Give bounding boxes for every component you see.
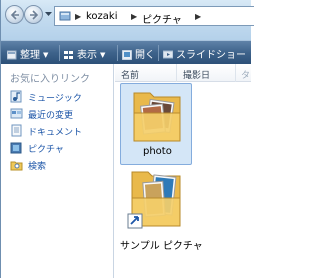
explorer-window: ▶ kozaki ▶ ピクチャ ▶ 整理 ▼ 表示 ▼ 開く スライドショー お…: [0, 0, 254, 278]
slideshow-button[interactable]: スライドショー: [162, 46, 246, 63]
location-icon: [59, 11, 71, 21]
breadcrumb-user[interactable]: kozaki: [86, 11, 118, 22]
column-header-name[interactable]: 名前: [121, 68, 139, 81]
address-field[interactable]: ▶ kozaki ▶ ピクチャ ▶: [54, 6, 254, 26]
pictures-icon: [10, 141, 23, 157]
forward-arrow-icon: [30, 10, 39, 20]
search-folder-icon: [10, 158, 23, 174]
views-button[interactable]: 表示 ▼: [64, 46, 105, 63]
recent-pages-dropdown-icon[interactable]: [45, 12, 52, 17]
views-dropdown-icon: ▼: [100, 51, 106, 59]
views-label: 表示: [77, 50, 97, 61]
music-icon: [10, 90, 23, 106]
slideshow-icon: [162, 50, 174, 63]
folder-icon: [133, 92, 181, 142]
column-divider[interactable]: [176, 64, 177, 82]
organize-label: 整理: [20, 50, 40, 61]
back-button[interactable]: [5, 5, 24, 24]
nav-item-label: 検索: [28, 162, 47, 172]
column-header-row: 名前 撮影日 タ: [115, 64, 251, 82]
command-bar: 整理 ▼ 表示 ▼ 開く スライドショー: [1, 40, 251, 64]
recent-changes-icon: [10, 107, 23, 123]
organize-icon: [6, 50, 17, 63]
back-arrow-icon: [10, 10, 19, 20]
nav-item-label: ミュージック: [28, 94, 82, 104]
organize-button[interactable]: 整理 ▼: [6, 46, 49, 63]
breadcrumb-pictures[interactable]: ピクチャ: [142, 11, 182, 26]
breadcrumb-separator-icon[interactable]: ▶: [131, 12, 137, 21]
file-list-pane[interactable]: 名前 撮影日 タ photo サンプル ピクチャ: [115, 64, 251, 278]
file-item-photo[interactable]: photo: [120, 83, 192, 165]
open-button[interactable]: 開く: [121, 46, 155, 63]
nav-item-label: ピクチャ: [28, 145, 64, 155]
nav-item-label: 最近の変更: [28, 111, 74, 121]
favorite-links-heading: お気に入りリンク: [10, 74, 90, 85]
column-header-date-taken[interactable]: 撮影日: [183, 68, 210, 81]
forward-button[interactable]: [24, 5, 43, 24]
file-item-label: photo: [143, 146, 172, 157]
documents-icon: [10, 124, 23, 140]
open-label: 開く: [135, 50, 155, 61]
folder-shortcut-icon: [127, 171, 181, 229]
column-divider[interactable]: [235, 64, 236, 82]
slideshow-label: スライドショー: [176, 50, 246, 61]
column-header-overflow[interactable]: タ: [241, 68, 250, 81]
organize-dropdown-icon: ▼: [43, 51, 49, 59]
views-icon: [64, 50, 74, 63]
navigation-pane: お気に入りリンク ミュージック 最近の変更 ドキュメント ピクチャ 検索: [1, 64, 114, 278]
file-item-sample-pictures[interactable]: サンプル ピクチャ: [117, 164, 227, 254]
toolbar-separator: [117, 45, 118, 61]
toolbar-separator: [158, 45, 159, 61]
breadcrumb-separator-icon[interactable]: ▶: [195, 12, 201, 21]
address-bar-region: ▶ kozaki ▶ ピクチャ ▶: [1, 0, 254, 40]
file-item-label: サンプル ピクチャ: [120, 241, 203, 252]
toolbar-separator: [59, 45, 60, 61]
nav-item-label: ドキュメント: [28, 128, 83, 138]
open-icon: [121, 49, 133, 63]
breadcrumb-separator-icon[interactable]: ▶: [75, 12, 81, 21]
